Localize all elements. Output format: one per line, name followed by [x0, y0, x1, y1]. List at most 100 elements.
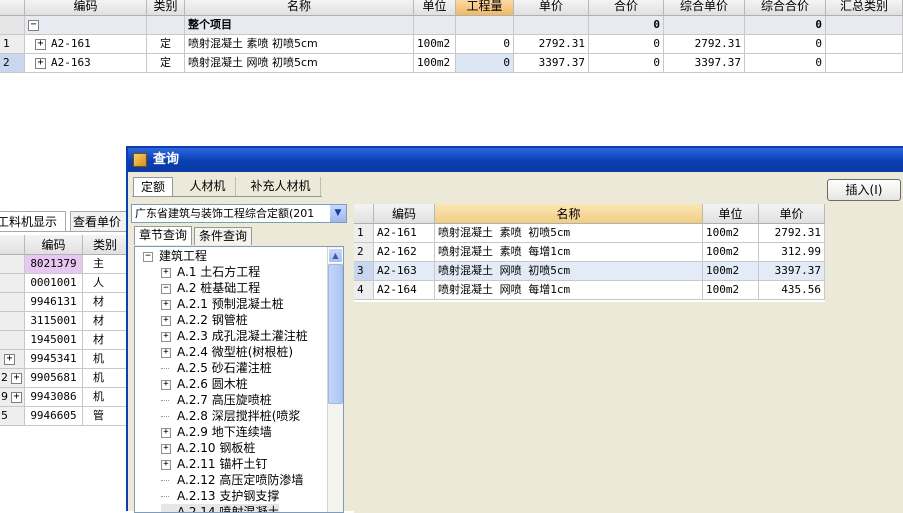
row-type: 材 [83, 312, 128, 331]
scroll-up-icon[interactable]: ▲ [328, 248, 343, 263]
row-total: 0 [589, 54, 664, 73]
table-row[interactable]: 2 + A2-163 定 喷射混凝土 网喷 初喷5cm 100m2 0 3397.… [0, 54, 903, 73]
tree-node[interactable]: + A.2.11 锚杆土钉 [161, 456, 267, 472]
expand-icon[interactable]: + [35, 38, 46, 50]
result-col-name[interactable]: 名称 [435, 204, 703, 224]
chapter-tree[interactable]: − 建筑工程 + A.1 土石方工程 − A.2 桩基础工程 + A.2.1 预制混凝土桩 + A… [134, 246, 344, 513]
tree-node[interactable]: A.2.13 支护钢支撑 [161, 488, 279, 504]
tree-node[interactable]: A.2.12 高压定喷防渗墙 [161, 472, 303, 488]
collapse-icon[interactable]: − [28, 19, 39, 31]
main-col-summary-type[interactable]: 汇总类别 [826, 0, 903, 16]
tree-node[interactable]: A.2.8 深层搅拌桩(喷浆 [161, 408, 300, 424]
row-code: A2-161 [51, 37, 91, 50]
tree-node[interactable]: + A.2.1 预制混凝土桩 [161, 296, 284, 312]
left-col-code[interactable]: 编码 [25, 235, 83, 255]
row-index: 3 [354, 262, 374, 281]
result-col-unit[interactable]: 单位 [703, 204, 759, 224]
tree-node[interactable]: + A.2.9 地下连续墙 [161, 424, 272, 440]
left-col-type[interactable]: 类别 [83, 235, 128, 255]
tree-node[interactable]: A.2.7 高压旋喷桩 [161, 392, 272, 408]
tab-quota[interactable]: 定额 [133, 177, 173, 196]
tab-view-price[interactable]: 查看单价 [70, 211, 134, 231]
summary-name: 整个项目 [185, 16, 414, 35]
quota-library-select[interactable]: 广东省建筑与装饰工程综合定额(201 ▼ [131, 204, 347, 223]
tree-node[interactable]: − 建筑工程 [143, 248, 207, 264]
summary-row[interactable]: − 整个项目 0 0 [0, 16, 903, 35]
tree-node[interactable]: + A.1 土石方工程 [161, 264, 260, 280]
expand-icon[interactable]: + [161, 267, 171, 278]
table-row[interactable]: 1 + A2-161 定 喷射混凝土 素喷 初喷5cm 100m2 0 2792.… [0, 35, 903, 54]
tab-chapter-query[interactable]: 章节查询 [134, 226, 192, 245]
main-col-comp-total[interactable]: 综合合价 [745, 0, 826, 16]
expand-icon[interactable]: + [161, 347, 171, 358]
table-row[interactable]: 2 A2-162 喷射混凝土 素喷 每增1cm 100m2 312.99 [354, 243, 825, 262]
row-code: 9943086 [25, 388, 83, 407]
tree-node[interactable]: + A.2.4 微型桩(树根桩) [161, 344, 293, 360]
row-code: A2-163 [374, 262, 435, 281]
tab-material-display[interactable]: 工料机显示 [0, 211, 66, 231]
left-grid-corner [0, 235, 25, 255]
result-col-price[interactable]: 单价 [759, 204, 825, 224]
expand-icon[interactable]: + [161, 427, 171, 438]
tab-labor-material-machine[interactable]: 人材机 [180, 177, 236, 196]
tree-node[interactable]: + A.2.2 钢管桩 [161, 312, 248, 328]
table-row[interactable]: 1 A2-161 喷射混凝土 素喷 初喷5cm 100m2 2792.31 [354, 224, 825, 243]
list-item[interactable]: 0001001 人 [0, 274, 128, 293]
main-grid: 编码 类别 名称 单位 工程量 单价 合价 综合单价 综合合价 汇总类别 − 整… [0, 0, 903, 74]
tree-node[interactable]: − A.2 桩基础工程 [161, 280, 260, 296]
scroll-thumb[interactable] [328, 264, 343, 404]
chevron-down-icon[interactable]: ▼ [329, 205, 346, 222]
list-item[interactable]: 2 +9905681 机 [0, 369, 128, 388]
expand-icon[interactable]: + [11, 372, 22, 384]
tree-node[interactable]: A.2.14 喷射混凝土 [161, 504, 280, 512]
tree-node[interactable]: + A.2.3 成孔混凝土灌注桩 [161, 328, 308, 344]
tree-node-label: A.2.6 圆木桩 [177, 377, 248, 391]
tree-node[interactable]: A.2.5 砂石灌注桩 [161, 360, 272, 376]
row-qty[interactable]: 0 [456, 54, 514, 73]
expand-icon[interactable]: + [161, 443, 171, 454]
row-type: 定 [147, 35, 185, 54]
tree-connector [161, 368, 169, 369]
main-col-comp-price[interactable]: 综合单价 [664, 0, 745, 16]
expand-icon[interactable]: + [161, 331, 171, 342]
expand-icon[interactable]: + [11, 391, 22, 403]
table-row[interactable]: 4 A2-164 喷射混凝土 网喷 每增1cm 100m2 435.56 [354, 281, 825, 300]
tab-condition-query[interactable]: 条件查询 [194, 227, 252, 245]
row-price: 2792.31 [759, 224, 825, 243]
collapse-icon[interactable]: − [161, 283, 171, 294]
tab-supplementary[interactable]: 补充人材机 [241, 177, 321, 196]
expand-icon[interactable]: + [161, 379, 171, 390]
expand-icon[interactable]: + [161, 299, 171, 310]
list-item[interactable]: 1945001 材 [0, 331, 128, 350]
result-grid-corner [354, 204, 374, 224]
row-unit: 100m2 [703, 281, 759, 300]
list-item[interactable]: 3115001 材 [0, 312, 128, 331]
main-col-price[interactable]: 单价 [514, 0, 589, 16]
row-name: 喷射混凝土 网喷 初喷5cm [435, 262, 703, 281]
expand-icon[interactable]: + [4, 353, 15, 365]
expand-icon[interactable]: + [35, 57, 46, 69]
list-item[interactable]: +9945341 机 [0, 350, 128, 369]
main-col-total[interactable]: 合价 [589, 0, 664, 16]
main-col-unit[interactable]: 单位 [414, 0, 456, 16]
row-qty[interactable]: 0 [456, 35, 514, 54]
collapse-icon[interactable]: − [143, 251, 153, 262]
main-col-code[interactable]: 编码 [25, 0, 147, 16]
expand-icon[interactable]: + [161, 315, 171, 326]
expand-icon[interactable]: + [161, 459, 171, 470]
list-item[interactable]: 9 +9943086 机 [0, 388, 128, 407]
row-type: 材 [83, 293, 128, 312]
main-col-qty[interactable]: 工程量 [456, 0, 514, 16]
dialog-title-bar[interactable]: 查询 [128, 148, 903, 172]
list-item[interactable]: 9946131 材 [0, 293, 128, 312]
result-col-code[interactable]: 编码 [374, 204, 435, 224]
table-row[interactable]: 3 A2-163 喷射混凝土 网喷 初喷5cm 100m2 3397.37 [354, 262, 825, 281]
tree-scrollbar[interactable]: ▲ [327, 247, 343, 512]
insert-button[interactable]: 插入(I) [827, 179, 901, 201]
tree-node[interactable]: + A.2.10 钢板桩 [161, 440, 255, 456]
list-item[interactable]: 5 9946605 管 [0, 407, 128, 426]
main-col-name[interactable]: 名称 [185, 0, 414, 16]
tree-node[interactable]: + A.2.6 圆木桩 [161, 376, 248, 392]
main-col-type[interactable]: 类别 [147, 0, 185, 16]
list-item[interactable]: 8021379 主 [0, 255, 128, 274]
